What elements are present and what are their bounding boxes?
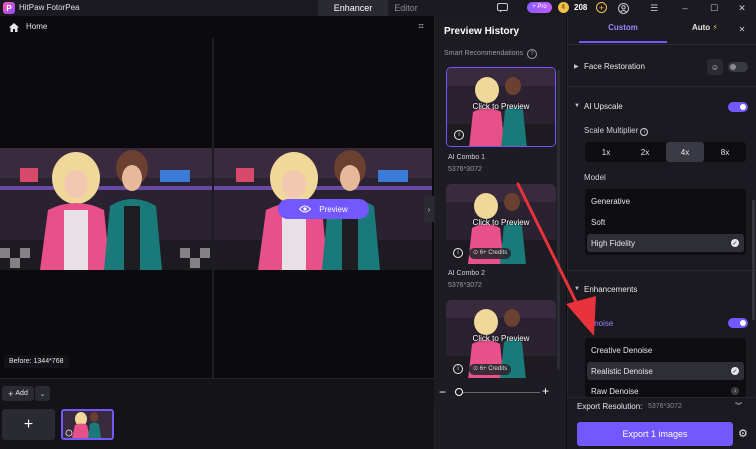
export-button[interactable]: Export 1 images	[577, 422, 733, 446]
preview-button[interactable]: Preview	[278, 199, 369, 219]
history-card-resolution: 5376*3072	[448, 282, 482, 289]
click-to-preview-text: Click to Preview	[472, 334, 530, 343]
close-panel-icon[interactable]: ✕	[735, 22, 749, 36]
before-size-label: Before: 1344*768	[4, 355, 69, 368]
tab-custom[interactable]: Custom	[579, 23, 667, 32]
user-icon[interactable]	[616, 1, 630, 15]
history-card[interactable]: Click to Preview i ⊙ 6+ Credits	[446, 184, 556, 264]
credits-badge: ⊙ 6+ Credits	[469, 248, 512, 259]
eye-icon	[299, 205, 312, 213]
model-option-generative[interactable]: Generative	[587, 192, 744, 210]
chevron-down-icon[interactable]: ▼	[574, 103, 580, 109]
scale-multiplier-label: Scale Multiplier i	[584, 126, 649, 136]
divider	[568, 86, 756, 87]
face-icon[interactable]: ☺	[707, 59, 723, 75]
menu-icon[interactable]: ☰	[647, 1, 661, 15]
zoom-in-button[interactable]: +	[542, 384, 549, 398]
collapse-panel-handle[interactable]: ›	[424, 196, 434, 222]
chevron-right-icon[interactable]: ▶	[574, 63, 579, 70]
history-card-name: AI Combo 2	[448, 270, 485, 277]
credit-count: 208	[574, 3, 588, 12]
chevron-double-down-icon[interactable]: ︾	[735, 401, 742, 411]
before-image	[0, 148, 212, 270]
zoom-slider-handle[interactable]	[455, 388, 463, 396]
scale-option-1x[interactable]: 1x	[587, 142, 625, 162]
home-link[interactable]: Home	[26, 22, 47, 31]
info-icon[interactable]: i	[453, 364, 463, 374]
crop-icon[interactable]: ⌗	[415, 20, 427, 32]
export-resolution-label: Export Resolution:	[577, 402, 643, 411]
check-icon: ✓	[731, 239, 739, 247]
scale-option-8x[interactable]: 8x	[706, 142, 744, 162]
denoise-label: Denoise	[584, 319, 614, 328]
app-title: HitPaw FotorPea	[19, 3, 80, 12]
tab-auto[interactable]: Auto ⚡	[672, 23, 738, 32]
export-resolution-value: 5376*3072	[648, 403, 682, 410]
download-icon: ↓	[731, 387, 739, 395]
scale-option-4x[interactable]: 4x	[666, 142, 704, 162]
denoise-option-raw[interactable]: Raw Denoise ↓	[587, 384, 744, 398]
divider	[568, 44, 756, 45]
ai-upscale-toggle[interactable]	[728, 102, 748, 112]
divider	[568, 270, 756, 271]
zoom-out-button[interactable]: −	[439, 385, 446, 399]
denoise-option-creative[interactable]: Creative Denoise	[587, 341, 744, 359]
check-icon: ✓	[731, 367, 739, 375]
history-scrollbar[interactable]	[557, 70, 560, 370]
click-to-preview-text: Click to Preview	[472, 218, 530, 227]
info-icon[interactable]: i	[640, 128, 649, 136]
add-image-tile[interactable]: +	[2, 409, 55, 440]
history-title: Preview History	[444, 26, 520, 37]
smart-recommendations-label: Smart Recommendations	[444, 50, 523, 57]
denoise-toggle[interactable]	[728, 318, 748, 328]
add-button[interactable]: + Add	[2, 386, 34, 401]
home-icon[interactable]	[8, 21, 20, 33]
face-restoration-toggle[interactable]	[728, 62, 748, 72]
chevron-down-icon[interactable]: ▼	[574, 286, 580, 292]
model-option-high-fidelity[interactable]: High Fidelity ✓	[587, 234, 744, 252]
settings-scrollbar[interactable]	[752, 200, 755, 320]
ai-upscale-label[interactable]: AI Upscale	[584, 102, 623, 111]
denoise-option-realistic[interactable]: Realistic Denoise ✓	[587, 362, 744, 380]
image-thumbnail[interactable]	[61, 409, 114, 440]
close-icon[interactable]: ✕	[735, 1, 749, 15]
face-restoration-label[interactable]: Face Restoration	[584, 62, 645, 71]
active-tab-indicator	[579, 41, 667, 43]
model-label: Model	[584, 173, 606, 182]
help-icon[interactable]: ?	[527, 49, 537, 59]
tab-editor[interactable]: Editor	[388, 0, 424, 16]
minimize-icon[interactable]: –	[678, 1, 692, 15]
tab-enhancer[interactable]: Enhancer	[318, 0, 388, 16]
lightning-icon: ⚡	[712, 23, 719, 32]
history-card-name: AI Combo 1	[448, 154, 485, 161]
model-option-soft[interactable]: Soft	[587, 213, 744, 231]
gear-icon[interactable]: ⚙	[738, 427, 748, 440]
maximize-icon[interactable]: ☐	[707, 1, 721, 15]
info-icon[interactable]: i	[453, 248, 463, 258]
enhancements-label[interactable]: Enhancements	[584, 285, 637, 294]
history-card[interactable]: Click to Preview i	[446, 67, 556, 147]
app-logo: P	[3, 2, 15, 14]
history-card-resolution: 5376*3072	[448, 166, 482, 173]
info-icon[interactable]: i	[454, 130, 464, 140]
credits-badge: ⊙ 6+ Credits	[469, 364, 512, 375]
coin-icon: ¢	[558, 2, 569, 13]
click-to-preview-text: Click to Preview	[472, 102, 530, 111]
chevron-down-icon[interactable]: ⌄	[35, 386, 50, 401]
zoom-slider[interactable]	[458, 392, 540, 393]
add-credits-icon[interactable]: +	[596, 2, 607, 13]
history-card[interactable]: Click to Preview i ⊙ 6+ Credits	[446, 300, 556, 380]
pro-badge[interactable]: + Pro	[527, 2, 552, 13]
message-icon[interactable]	[495, 1, 509, 15]
scale-option-2x[interactable]: 2x	[626, 142, 664, 162]
